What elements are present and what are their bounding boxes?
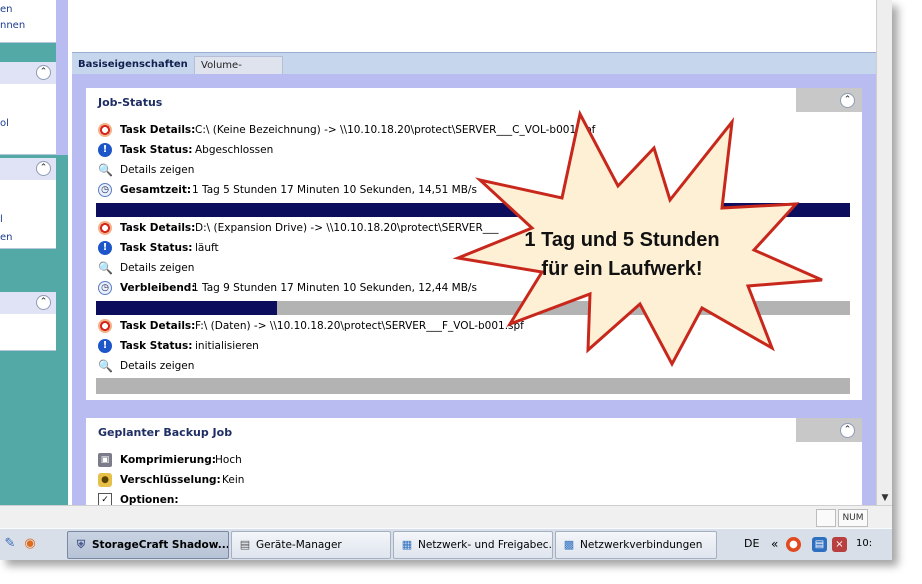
lock-icon: ●: [98, 473, 112, 487]
sidebar-panel-1: en nnen: [0, 0, 56, 43]
task-details-label: Task Details:: [120, 124, 196, 136]
total-time-label: Gesamtzeit:: [120, 184, 192, 196]
progress-fill: [96, 301, 277, 315]
task-icon: [98, 319, 112, 333]
remaining-time-value: 1 Tag 9 Stunden 17 Minuten 10 Sekunden, …: [192, 282, 477, 294]
sidebar-link-3[interactable]: ol: [0, 118, 9, 129]
tab-basiseigenschaften[interactable]: Basiseigenschaften: [78, 56, 188, 74]
collapse-chevron-icon[interactable]: ⌃: [36, 295, 51, 310]
vertical-scrollbar[interactable]: ▼: [876, 0, 892, 505]
job-status-title: Job-Status: [98, 96, 163, 109]
encryption-label: Verschlüsselung:: [120, 474, 221, 486]
task-details-label: Task Details:: [120, 222, 196, 234]
compression-label: Komprimierung:: [120, 454, 216, 466]
sidebar-panel-2: ⌃ ol: [0, 62, 56, 155]
callout-line-1: 1 Tag und 5 Stunden: [524, 229, 720, 251]
task-status-label: Task Status:: [120, 340, 193, 352]
collapse-chevron-icon[interactable]: ⌃: [840, 93, 855, 108]
taskbar-button-label: Netzwerkverbindungen: [580, 539, 703, 551]
task-3-progress-bar: [96, 378, 850, 394]
sidebar-accent-strip: [56, 0, 68, 155]
show-details-link[interactable]: Details zeigen: [120, 358, 194, 374]
num-lock-indicator: NUM: [838, 509, 868, 527]
total-time-value: 1 Tag 5 Stunden 17 Minuten 10 Sekunden, …: [192, 184, 477, 196]
task-status-label: Task Status:: [120, 144, 193, 156]
taskbar-button-network-connections[interactable]: ▩ Netzwerkverbindungen: [555, 531, 717, 559]
computer-icon: ▤: [239, 538, 251, 551]
sidebar-panel-3: ⌃ l en: [0, 158, 56, 249]
compression-value: Hoch: [215, 454, 242, 466]
status-bar: NUM: [0, 505, 892, 529]
remaining-time-label: Verbleibend:: [120, 282, 196, 294]
show-details-link[interactable]: Details zeigen: [120, 260, 194, 276]
collapse-chevron-icon[interactable]: ⌃: [36, 161, 51, 176]
taskbar-button-network-sharing[interactable]: ▦ Netzwerk- und Freigabec...: [393, 531, 553, 559]
tray-app-icon[interactable]: ●: [786, 537, 801, 552]
language-indicator[interactable]: DE: [744, 535, 759, 553]
taskbar-clock: 10:: [856, 538, 873, 549]
network-icon: ▦: [401, 538, 413, 551]
sidebar-link-1[interactable]: en: [0, 4, 13, 15]
sidebar-panel-4: ⌃: [0, 292, 56, 351]
sidebar-panel-3-header: ⌃: [0, 158, 56, 180]
task-status-value: Abgeschlossen: [195, 144, 274, 156]
info-icon: !: [98, 339, 112, 353]
status-cell-empty: [816, 509, 836, 527]
top-panel: [72, 0, 876, 53]
sidebar-link-2[interactable]: nnen: [0, 20, 25, 31]
clock-icon: ◷: [98, 183, 112, 197]
info-icon: !: [98, 241, 112, 255]
tray-network-icon[interactable]: ▤: [812, 537, 827, 552]
task-status-label: Task Status:: [120, 242, 193, 254]
task-details-label: Task Details:: [120, 320, 196, 332]
sidebar-panel-4-header: ⌃: [0, 292, 56, 314]
task-status-value: läuft: [195, 242, 219, 254]
sidebar: en nnen ⌃ ol ⌃ l en ⌃: [0, 0, 68, 528]
browser-icon[interactable]: ◉: [22, 536, 38, 552]
shield-icon: ⛨: [76, 538, 86, 551]
tray-volume-muted-icon[interactable]: ×: [832, 537, 847, 552]
scheduled-job-header-band: ⌃: [796, 418, 862, 442]
taskbar-button-label: StorageCraft Shadow...: [92, 539, 229, 551]
taskbar-button-device-manager[interactable]: ▤ Geräte-Manager: [231, 531, 391, 559]
magnifier-icon: 🔍: [98, 261, 113, 275]
task-icon: [98, 221, 112, 235]
quicklaunch-edit-icon[interactable]: ✎: [2, 536, 18, 552]
magnifier-icon: 🔍: [98, 359, 113, 373]
clock-icon: ◷: [98, 281, 112, 295]
sidebar-link-5[interactable]: en: [0, 232, 13, 243]
task-icon: [98, 123, 112, 137]
sidebar-panel-2-header: ⌃: [0, 62, 56, 84]
info-icon: !: [98, 143, 112, 157]
sidebar-link-4[interactable]: l: [0, 214, 3, 225]
tab-volume-backup[interactable]: Volume-Backup - Abgeschlossen: [194, 56, 283, 107]
compression-icon: ▣: [98, 453, 112, 467]
callout-line-2: für ein Laufwerk!: [541, 258, 703, 280]
scroll-down-arrow-icon[interactable]: ▼: [877, 491, 892, 505]
taskbar-button-label: Netzwerk- und Freigabec...: [418, 539, 553, 551]
taskbar: ✎ ◉ ⛨ StorageCraft Shadow... ▤ Geräte-Ma…: [0, 528, 892, 560]
tray-expand-icon[interactable]: «: [771, 535, 778, 553]
task-status-value: initialisieren: [195, 340, 259, 352]
magnifier-icon: 🔍: [98, 163, 113, 177]
taskbar-button-label: Geräte-Manager: [256, 539, 342, 551]
encryption-value: Kein: [222, 474, 245, 486]
scheduled-job-title: Geplanter Backup Job: [98, 426, 233, 439]
taskbar-button-storagecraft[interactable]: ⛨ StorageCraft Shadow...: [67, 531, 229, 559]
callout-text: 1 Tag und 5 Stunden für ein Laufwerk!: [497, 226, 747, 284]
show-details-link[interactable]: Details zeigen: [120, 162, 194, 178]
collapse-chevron-icon[interactable]: ⌃: [36, 65, 51, 80]
network-connections-icon: ▩: [563, 538, 575, 551]
collapse-chevron-icon[interactable]: ⌃: [840, 423, 855, 438]
